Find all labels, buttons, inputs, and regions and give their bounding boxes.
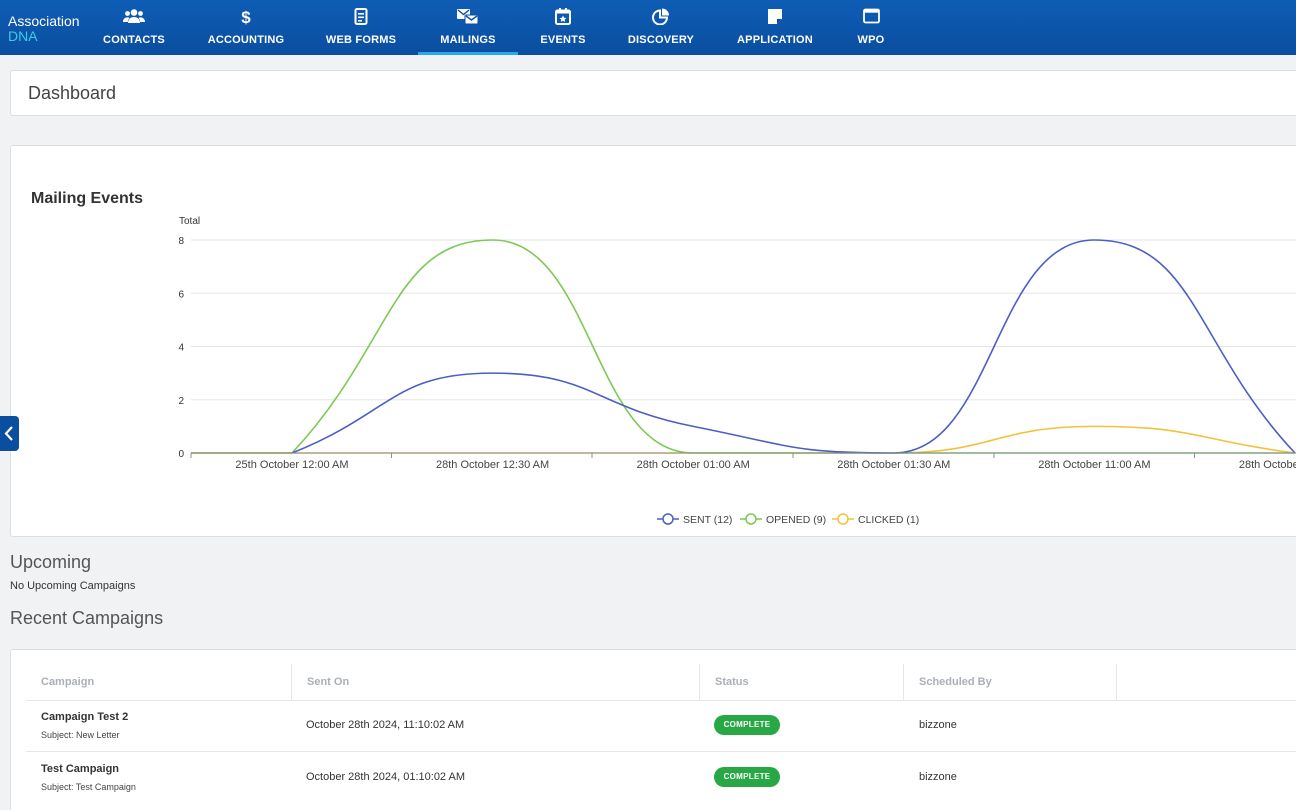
- form-icon: [323, 8, 399, 26]
- brand-line2: DNA: [8, 28, 38, 44]
- mailings-icon: [418, 8, 518, 26]
- nav-label: WEB FORMS: [325, 34, 397, 46]
- svg-text:$: $: [241, 8, 251, 26]
- scheduled-by-value: bizzone: [919, 771, 957, 783]
- campaign-name[interactable]: Test Campaign: [41, 763, 119, 775]
- dollar-icon: $: [204, 8, 288, 26]
- campaign-name[interactable]: Campaign Test 2: [41, 711, 128, 723]
- table-divider: [26, 751, 1296, 752]
- x-tick-label: 28th October 12:30 AM: [436, 459, 549, 471]
- campaign-subject: Subject: New Letter: [41, 730, 120, 740]
- column-header-campaign[interactable]: Campaign: [41, 676, 94, 688]
- nav-label: WPO: [857, 34, 885, 46]
- recent-campaigns-heading: Recent Campaigns: [10, 608, 164, 628]
- legend-label: CLICKED (1): [858, 514, 919, 526]
- chevron-left-icon: [4, 426, 13, 441]
- nav-label: DISCOVERY: [627, 34, 695, 46]
- nav-discovery[interactable]: DISCOVERY: [624, 0, 698, 55]
- calendar-star-icon: [535, 8, 591, 26]
- top-navbar: Association DNA CONTACTS $ ACCOUNTING WE…: [0, 0, 1296, 55]
- page-title: Dashboard: [28, 83, 117, 103]
- recent-campaigns-panel: [10, 649, 1296, 810]
- dashboard-header-panel: Dashboard: [10, 70, 1296, 116]
- x-tick-label: 28th October 01:00 AM: [637, 459, 750, 471]
- column-header-sent-on[interactable]: Sent On: [307, 676, 349, 688]
- nav-application[interactable]: APPLICATION: [732, 0, 818, 55]
- y-tick-label: 8: [178, 236, 184, 247]
- campaign-subject: Subject: Test Campaign: [41, 782, 136, 792]
- column-divider: [291, 664, 292, 700]
- nav-accounting[interactable]: $ ACCOUNTING: [204, 0, 288, 55]
- table-divider: [26, 700, 1296, 701]
- y-axis-title: Total: [179, 216, 200, 227]
- nav-wpo[interactable]: WPO: [850, 0, 892, 55]
- nav-web-forms[interactable]: WEB FORMS: [323, 0, 399, 55]
- x-tick-label: 28th October 01:30 AM: [837, 459, 950, 471]
- x-tick-label: 25th October 12:00 AM: [235, 459, 348, 471]
- legend-label: OPENED (9): [766, 514, 826, 526]
- column-header-scheduled-by[interactable]: Scheduled By: [919, 676, 992, 688]
- sent-on-value: October 28th 2024, 01:10:02 AM: [306, 771, 466, 783]
- x-tick-label: 28th October 11:30 AM: [1239, 459, 1296, 471]
- y-tick-label: 0: [178, 449, 184, 460]
- window-icon: [850, 8, 892, 26]
- scheduled-by-value: bizzone: [919, 719, 957, 731]
- column-divider: [1116, 664, 1117, 700]
- y-tick-label: 2: [178, 396, 184, 407]
- legend-marker: [745, 513, 757, 525]
- legend-label: SENT (12): [683, 514, 732, 526]
- nav-label: ACCOUNTING: [207, 34, 285, 46]
- legend-marker: [837, 513, 849, 525]
- pie-chart-icon: [624, 8, 698, 26]
- status-badge: COMPLETE: [714, 767, 780, 787]
- nav-label: MAILINGS: [440, 34, 496, 46]
- contacts-icon: [98, 8, 170, 26]
- nav-label: CONTACTS: [103, 34, 165, 46]
- nav-events[interactable]: EVENTS: [535, 0, 591, 55]
- column-divider: [903, 664, 904, 700]
- y-tick-label: 6: [178, 289, 184, 300]
- mailing-events-panel: Mailing Events Total 02468 25th October …: [10, 145, 1296, 537]
- status-badge: COMPLETE: [714, 715, 780, 735]
- sticky-note-icon: [732, 8, 818, 26]
- upcoming-heading: Upcoming: [10, 552, 92, 572]
- sidebar-toggle-tab[interactable]: [0, 416, 19, 451]
- column-divider: [699, 664, 700, 700]
- mailing-events-chart: Total 0 2 4 6 8 25th October 12:00 AM 28th Oc…: [178, 216, 1296, 526]
- brand-line1: Association: [8, 13, 80, 29]
- nav-label: APPLICATION: [737, 34, 813, 46]
- nav-mailings[interactable]: MAILINGS: [418, 0, 518, 55]
- series-line: [291, 425, 1296, 454]
- nav-label: EVENTS: [540, 34, 586, 46]
- nav-contacts[interactable]: CONTACTS: [98, 0, 170, 55]
- sent-on-value: October 28th 2024, 11:10:02 AM: [306, 719, 465, 731]
- legend-marker: [662, 513, 674, 525]
- x-tick-label: 28th October 11:00 AM: [1038, 459, 1150, 471]
- column-header-status[interactable]: Status: [715, 676, 749, 688]
- upcoming-empty-text: No Upcoming Campaigns: [10, 580, 136, 592]
- y-tick-label: 4: [178, 343, 184, 354]
- app-logo[interactable]: Association DNA: [8, 14, 80, 44]
